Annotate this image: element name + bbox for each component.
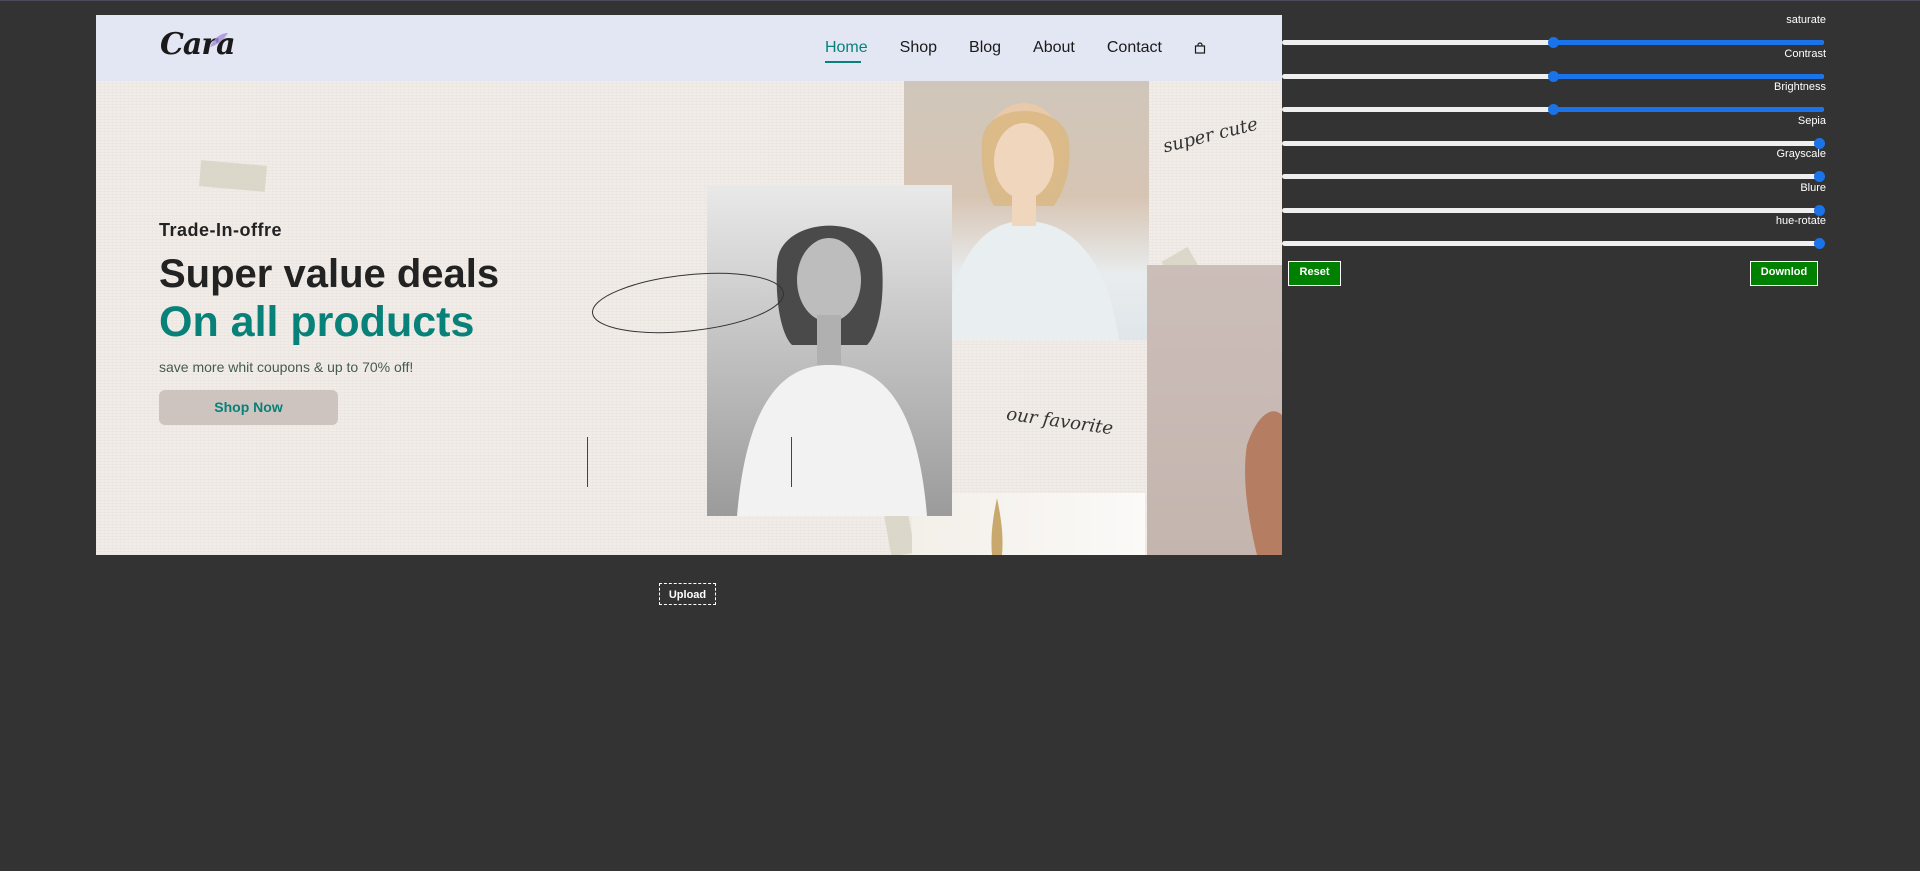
nav-item-blog[interactable]: Blog [969, 39, 1001, 57]
filter-slider-hue-rotate[interactable] [1282, 238, 1825, 249]
filter-slider-brightness[interactable] [1282, 104, 1824, 115]
filter-label-blure: Blure [1800, 181, 1826, 194]
hero-title-highlight: On all products [159, 298, 475, 346]
filter-slider-saturate[interactable] [1282, 37, 1824, 48]
tape-decoration [198, 160, 268, 192]
leaf-icon [210, 33, 228, 47]
slider-thumb[interactable] [1813, 137, 1825, 149]
site-header: Cara Home Shop Blog About Contact [96, 15, 1282, 81]
filter-label-saturate: saturate [1786, 14, 1826, 26]
slider-thumb[interactable] [1813, 171, 1825, 182]
hero-title: Super value deals [159, 252, 500, 296]
nav-item-shop[interactable]: Shop [900, 39, 937, 57]
script-our-favorite: our favorite [1005, 403, 1115, 440]
filter-controls: saturate Contrast Brightness Sepia Grayscale… [1282, 0, 1826, 300]
slider-thumb[interactable] [1813, 238, 1825, 249]
reset-button[interactable]: Reset [1288, 261, 1341, 286]
nav-item-home[interactable]: Home [824, 39, 868, 63]
filter-label-grayscale: Grayscale [1776, 148, 1826, 160]
nav-item-contact[interactable]: Contact [1107, 39, 1162, 57]
filter-label-sepia: Sepia [1797, 114, 1826, 127]
filter-slider-blure[interactable] [1282, 204, 1825, 216]
slider-thumb[interactable] [1548, 104, 1559, 115]
photo-woman-bw [707, 185, 952, 516]
slider-fill [1553, 40, 1824, 45]
divider-line [791, 437, 792, 487]
filter-label-hue-rotate: hue-rotate [1775, 215, 1826, 227]
nav-item-about[interactable]: About [1033, 39, 1075, 57]
photo-pink-background [1147, 265, 1282, 555]
upload-button[interactable]: Upload [659, 583, 716, 605]
shopping-bag-icon[interactable] [1194, 42, 1206, 54]
filter-slider-contrast[interactable] [1282, 70, 1824, 82]
slider-fill [1553, 107, 1824, 112]
shop-now-button[interactable]: Shop Now [159, 390, 338, 425]
woman-bw-silhouette [737, 225, 927, 516]
scribble-decoration [591, 272, 785, 334]
hero-text: Trade-In-offre Super value deals On all … [159, 220, 499, 375]
filter-slider-sepia[interactable] [1282, 137, 1825, 149]
hero-description: save more whit coupons & up to 70% off! [159, 359, 414, 375]
download-button[interactable]: Downlod [1750, 261, 1818, 286]
nav-menu: Home Shop Blog About Contact [824, 39, 1206, 63]
hero-subtitle: Trade-In-offre [159, 220, 283, 240]
filter-slider-grayscale[interactable] [1282, 171, 1825, 182]
image-preview: Cara Home Shop Blog About Contact super … [96, 15, 1282, 555]
filter-label-contrast: Contrast [1784, 47, 1826, 60]
slider-thumb[interactable] [1548, 70, 1559, 82]
hand-silhouette [1245, 411, 1282, 555]
filter-label-brightness: Brightness [1774, 81, 1826, 93]
slider-thumb[interactable] [1813, 204, 1825, 216]
script-super-cute: super cute [1160, 113, 1260, 158]
divider-line [587, 437, 588, 487]
slider-thumb[interactable] [1548, 37, 1559, 48]
slider-fill [1553, 73, 1824, 79]
